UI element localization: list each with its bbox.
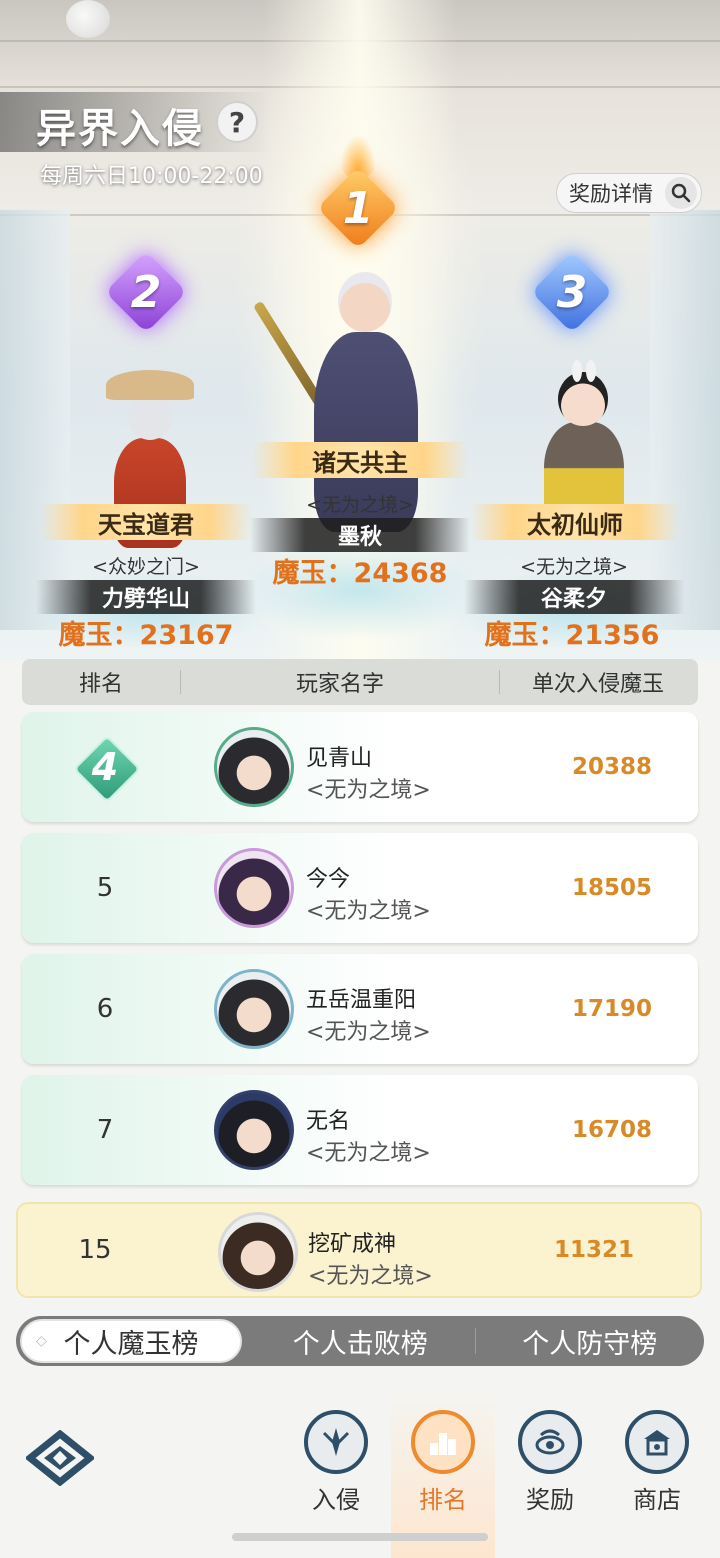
player-guild: <无为之境> — [306, 1141, 431, 1166]
nav-reward-label: 奖励 — [526, 1486, 574, 1514]
nav-shop-label: 商店 — [633, 1486, 681, 1514]
event-schedule: 每周六日10:00-22:00 — [40, 164, 263, 189]
player-name: 无名 — [306, 1109, 351, 1134]
player-guild: <无为之境> — [308, 1264, 433, 1289]
rank-2-score: 魔玉：23167 — [58, 620, 234, 651]
leaderboard-tabs: ◇ 个人魔玉榜 个人击败榜 个人防守榜 — [16, 1316, 704, 1366]
nav-invade-label: 入侵 — [312, 1486, 360, 1514]
table-row[interactable]: 7 无名 <无为之境> 16708 — [22, 1075, 698, 1185]
rank-2-name: 力劈华山 — [36, 580, 256, 614]
tab-defense-ranking[interactable]: 个人防守榜 — [476, 1316, 705, 1366]
page-title: 异界入侵 — [36, 106, 204, 152]
nav-shop[interactable]: 商店 — [617, 1410, 697, 1515]
row-rank: 4 — [22, 712, 188, 822]
header-score: 单次入侵魔玉 — [531, 672, 664, 697]
rank-3-score: 魔玉：21356 — [484, 620, 660, 651]
player-score: 17190 — [571, 996, 653, 1022]
rank-1-score: 魔玉：24368 — [272, 558, 448, 589]
rank-4-badge: 4 — [73, 735, 141, 803]
rank-1-character[interactable] — [253, 262, 430, 562]
reward-icon — [518, 1410, 582, 1474]
rank-1-title: 诸天共主 — [252, 442, 468, 478]
row-rank: 6 — [96, 994, 114, 1024]
tab-jade-ranking[interactable]: ◇ 个人魔玉榜 — [20, 1319, 242, 1363]
table-row[interactable]: 6 五岳温重阳 <无为之境> 17190 — [22, 954, 698, 1064]
player-score: 18505 — [571, 875, 653, 901]
tab-defeat-ranking[interactable]: 个人击败榜 — [246, 1316, 475, 1366]
rank-3-emblem: 3 — [530, 250, 614, 334]
nav-ranking-label: 排名 — [419, 1486, 467, 1514]
row-rank: 15 — [78, 1235, 112, 1265]
nav-ranking[interactable]: 排名 — [403, 1410, 483, 1515]
player-score: 16708 — [571, 1117, 653, 1143]
question-icon: ? — [228, 105, 246, 139]
tab-ornament-icon: ◇ — [36, 1333, 47, 1349]
avatar[interactable] — [214, 1090, 294, 1170]
player-guild: <无为之境> — [306, 778, 431, 803]
header-player-name: 玩家名字 — [295, 672, 384, 697]
reward-details-button[interactable]: 奖励详情 — [556, 173, 702, 213]
game-logo-icon[interactable] — [26, 1430, 94, 1486]
rank-2-guild: <众妙之门> — [92, 556, 200, 578]
player-guild: <无为之境> — [306, 899, 431, 924]
avatar[interactable] — [214, 848, 294, 928]
rank-1-emblem: 1 — [316, 134, 400, 250]
nav-invade[interactable]: 入侵 — [296, 1410, 376, 1515]
shop-icon — [625, 1410, 689, 1474]
rank-2-title: 天宝道君 — [40, 504, 252, 540]
orb-decoration — [66, 0, 110, 38]
table-row[interactable]: 5 今今 <无为之境> 18505 — [22, 833, 698, 943]
rank-1-guild: <无为之境> — [306, 494, 414, 516]
player-score: 20388 — [571, 754, 653, 780]
rank-3-name: 谷柔夕 — [464, 580, 684, 614]
invade-icon — [304, 1410, 368, 1474]
avatar[interactable] — [214, 727, 294, 807]
player-score: 11321 — [553, 1237, 635, 1263]
player-name: 五岳温重阳 — [306, 988, 417, 1013]
my-rank-row[interactable]: 15 挖矿成神 <无为之境> 11321 — [16, 1202, 702, 1298]
rank-3-guild: <无为之境> — [520, 556, 628, 578]
table-row[interactable]: 4 见青山 <无为之境> 20388 — [22, 712, 698, 822]
rank-1-name: 墨秋 — [250, 518, 470, 552]
avatar[interactable] — [218, 1212, 298, 1292]
search-icon — [665, 177, 697, 209]
help-button[interactable]: ? — [216, 101, 258, 143]
row-rank: 7 — [96, 1115, 114, 1145]
player-guild: <无为之境> — [306, 1020, 431, 1045]
row-rank: 5 — [96, 873, 114, 903]
reward-details-label: 奖励详情 — [569, 182, 653, 206]
rank-3-title: 太初仙师 — [470, 504, 680, 540]
table-header: 排名 玩家名字 单次入侵魔玉 — [22, 659, 698, 705]
player-name: 今今 — [306, 867, 351, 892]
rank-2-emblem: 2 — [104, 250, 188, 334]
ranking-icon — [411, 1410, 475, 1474]
home-indicator[interactable] — [232, 1533, 488, 1541]
nav-reward[interactable]: 奖励 — [510, 1410, 590, 1515]
player-name: 挖矿成神 — [308, 1232, 397, 1257]
player-name: 见青山 — [306, 746, 373, 771]
avatar[interactable] — [214, 969, 294, 1049]
header-rank: 排名 — [78, 672, 123, 697]
